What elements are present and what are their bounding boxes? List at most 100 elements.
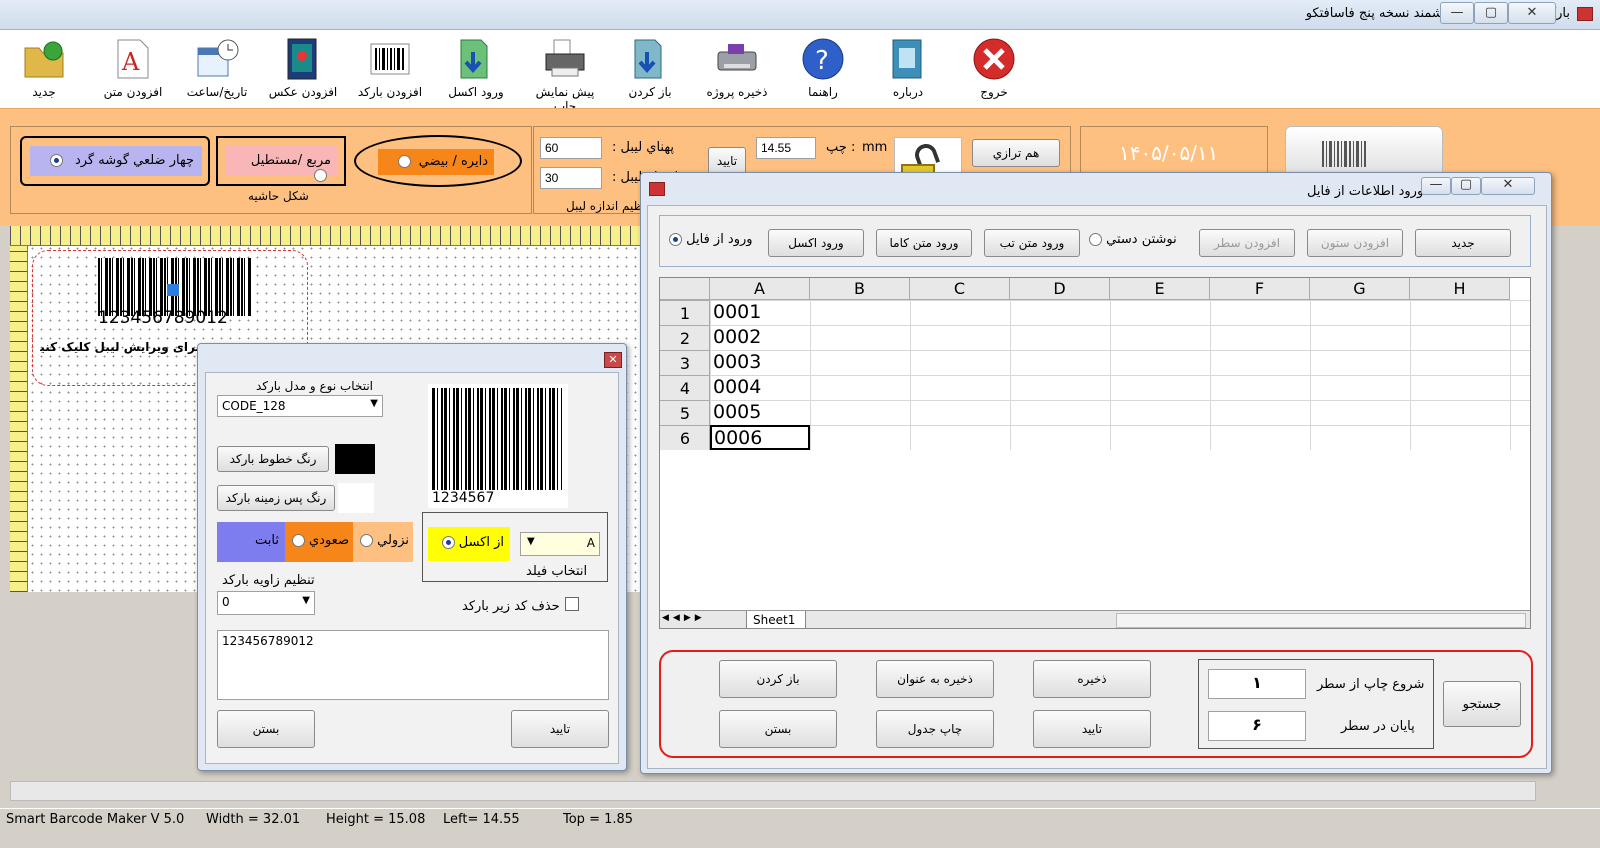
hide-code-checkbox[interactable] <box>565 597 579 611</box>
label-height-input[interactable] <box>540 167 602 189</box>
angle-dropdown[interactable]: 0 ▼ <box>217 591 315 615</box>
column-header-H[interactable]: H <box>1410 278 1510 300</box>
rect-option[interactable]: مربع /مستطیل <box>216 136 346 186</box>
cell-A1[interactable]: 0001 <box>713 301 761 323</box>
left-position-input[interactable] <box>756 137 816 159</box>
add-barcode-button[interactable]: افزودن بارکد <box>350 30 430 108</box>
align-button[interactable]: هم ترازي <box>972 139 1060 167</box>
rect-radio[interactable] <box>314 169 327 182</box>
search-button[interactable]: جستجو <box>1443 681 1521 727</box>
cell-A5[interactable]: 0005 <box>713 401 761 423</box>
row-header[interactable]: 1 <box>660 300 710 325</box>
sheet-new-button[interactable]: جدید <box>1415 229 1511 257</box>
cell-A2[interactable]: 0002 <box>713 326 761 348</box>
line-color-swatch[interactable] <box>335 444 375 474</box>
column-header-E[interactable]: E <box>1110 278 1210 300</box>
barcode-preview-bars <box>432 388 562 490</box>
barcode-text-area[interactable]: 123456789012 <box>217 630 609 700</box>
sheet-nav-buttons[interactable]: ◀◀▶▶ <box>662 613 742 628</box>
sheet-tab[interactable]: Sheet1 <box>746 611 806 628</box>
column-header-C[interactable]: C <box>910 278 1010 300</box>
add-column-button[interactable]: افزودن ستون <box>1307 229 1403 257</box>
sheet-save-button[interactable]: ذخیره <box>1033 660 1151 698</box>
canvas-hint: برای ویرایش لیبل کلیک کنید! <box>40 340 200 354</box>
help-button[interactable]: ? راهنما <box>783 30 863 108</box>
from-file-option[interactable]: ورود از فایل <box>669 232 753 247</box>
file-dialog-minimize-button[interactable]: — <box>1421 177 1451 195</box>
ellipse-radio[interactable] <box>397 155 411 168</box>
barcode-dialog-close-button[interactable]: ✕ <box>604 352 622 368</box>
from-file-radio[interactable] <box>669 233 682 246</box>
manual-entry-option[interactable]: نوشتن دستي <box>1089 232 1177 247</box>
file-dialog-maximize-button[interactable]: ▢ <box>1451 177 1481 195</box>
column-header-G[interactable]: G <box>1310 278 1410 300</box>
round-rect-radio[interactable] <box>49 154 63 167</box>
column-header-D[interactable]: D <box>1010 278 1110 300</box>
cell-A4[interactable]: 0004 <box>713 376 761 398</box>
add-row-button[interactable]: افزودن سطر <box>1199 229 1295 257</box>
spreadsheet[interactable]: A B C D E F G H 1 0001 2 0002 3 0003 4 0… <box>659 277 1531 629</box>
end-row-input[interactable]: ۶ <box>1208 711 1306 741</box>
add-image-button[interactable]: افزودن عکس <box>263 30 343 108</box>
size-confirm-button[interactable]: تایید <box>708 147 746 175</box>
sheet-ok-button[interactable]: تایید <box>1033 710 1151 748</box>
open-button[interactable]: باز کردن <box>610 30 690 108</box>
from-excel-option[interactable]: از اکسل <box>428 527 510 561</box>
main-horizontal-scrollbar[interactable] <box>10 781 1536 801</box>
print-table-button[interactable]: چاپ جدول <box>876 710 994 748</box>
end-row-label: پایان در سطر <box>1341 719 1415 734</box>
cell-A6[interactable]: 0006 <box>710 425 810 450</box>
datetime-button[interactable]: تاریخ/ساعت <box>177 30 257 108</box>
import-excel-button[interactable]: ورود اکسل <box>436 30 516 108</box>
ascending-option[interactable]: صعودي <box>285 522 353 562</box>
descending-option[interactable]: نزولي <box>353 522 413 562</box>
sheet-close-button[interactable]: بستن <box>719 710 837 748</box>
calendar-icon <box>197 39 239 77</box>
fixed-option[interactable]: ثابت <box>217 522 285 562</box>
column-header-A[interactable]: A <box>710 278 810 300</box>
bg-color-button[interactable]: رنگ پس زمینه بارکد <box>217 485 335 511</box>
row-header[interactable]: 3 <box>660 350 710 375</box>
about-button[interactable]: درباره <box>868 30 948 108</box>
from-excel-radio[interactable] <box>441 536 455 549</box>
line-color-button[interactable]: رنگ خطوط بارکد <box>217 446 329 472</box>
round-rect-option[interactable]: چهار ضلعي گوشه گرد <box>20 136 210 186</box>
excel-input-button[interactable]: ورود اکسل <box>768 229 864 257</box>
barcode-icon <box>370 43 410 75</box>
cell-A3[interactable]: 0003 <box>713 351 761 373</box>
close-window-button[interactable]: ✕ <box>1508 2 1556 24</box>
exit-button[interactable]: خروج <box>954 30 1034 108</box>
sheet-open-button[interactable]: باز کردن <box>719 660 837 698</box>
label-width-input[interactable] <box>540 137 602 159</box>
barcode-close-button[interactable]: بستن <box>217 710 315 748</box>
tab-text-button[interactable]: ورود متن تب <box>984 229 1080 257</box>
new-button[interactable]: جدید <box>4 30 84 108</box>
column-header-F[interactable]: F <box>1210 278 1310 300</box>
sheet-grid[interactable] <box>710 300 1530 450</box>
minimize-button[interactable]: — <box>1440 2 1474 24</box>
ascending-radio[interactable] <box>291 534 305 547</box>
barcode-ok-button[interactable]: تایید <box>511 710 609 748</box>
column-header-B[interactable]: B <box>810 278 910 300</box>
ellipse-option[interactable]: دایره / بیضي <box>354 135 522 187</box>
save-project-button[interactable]: ذخیره پروژه <box>697 30 777 108</box>
print-preview-button[interactable]: پیش نمایش چاپ <box>525 30 605 113</box>
save-as-button[interactable]: ذخیره به عنوان <box>876 660 994 698</box>
status-top: Top = 1.85 <box>563 812 634 827</box>
descending-radio[interactable] <box>359 534 373 547</box>
selection-handle[interactable] <box>167 284 179 296</box>
manual-entry-radio[interactable] <box>1089 233 1102 246</box>
horizontal-scrollbar[interactable] <box>1116 613 1526 628</box>
maximize-button[interactable]: ▢ <box>1474 2 1508 24</box>
row-header[interactable]: 2 <box>660 325 710 350</box>
row-header[interactable]: 4 <box>660 375 710 400</box>
add-text-button[interactable]: A افزودن متن <box>93 30 173 108</box>
field-dropdown[interactable]: ▼ A <box>520 532 600 556</box>
comma-text-button[interactable]: ورود متن کاما <box>876 229 972 257</box>
file-dialog-close-button[interactable]: ✕ <box>1481 177 1535 195</box>
row-header[interactable]: 5 <box>660 400 710 425</box>
barcode-type-dropdown[interactable]: CODE_128 ▼ <box>217 395 383 417</box>
row-header[interactable]: 6 <box>660 425 710 450</box>
bg-color-swatch[interactable] <box>338 483 374 513</box>
start-row-input[interactable]: ۱ <box>1208 669 1306 699</box>
